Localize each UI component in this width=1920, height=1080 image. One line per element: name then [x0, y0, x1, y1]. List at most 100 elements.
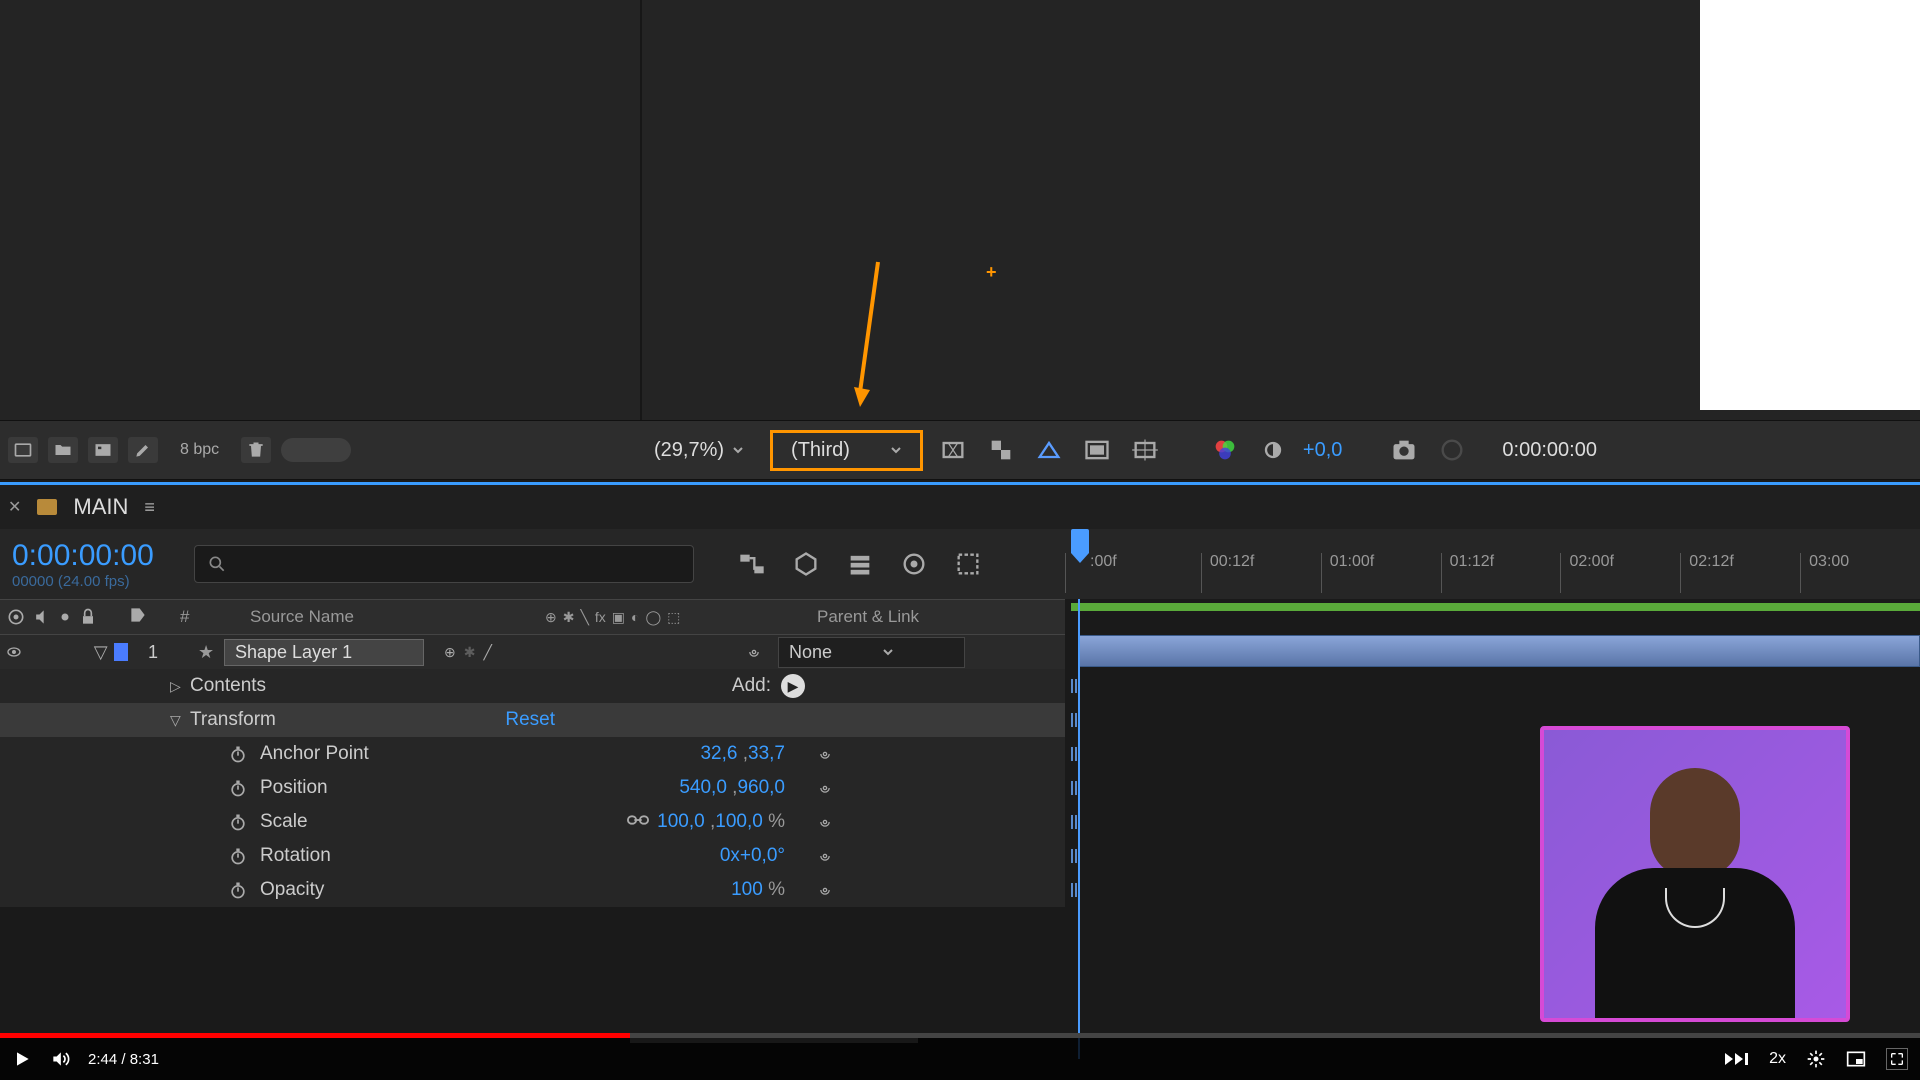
- brush-icon[interactable]: [128, 437, 158, 463]
- label-col-icon[interactable]: [128, 605, 148, 625]
- expression-pickwhip-icon[interactable]: [815, 846, 835, 866]
- scale-row: Scale 100,0 ,100,0 %: [0, 805, 1065, 839]
- resolution-dropdown[interactable]: (Third): [770, 430, 923, 471]
- folder-icon[interactable]: [48, 437, 78, 463]
- scale-value[interactable]: 100,0 ,100,0 %: [627, 811, 785, 833]
- twirl-icon[interactable]: ▽: [170, 712, 190, 729]
- transform-group[interactable]: ▽ Transform Reset: [0, 703, 1065, 737]
- timeline-panel-header: ✕ MAIN ≡: [0, 485, 1920, 529]
- layer-row[interactable]: ▽ 1 ★ Shape Layer 1 ⊕ ✱ ╱ None: [0, 635, 1065, 669]
- ruler-tick: :00f: [1065, 553, 1201, 593]
- shy-layers-icon[interactable]: [842, 549, 878, 579]
- fullscreen-icon[interactable]: [1886, 1048, 1908, 1070]
- play-button[interactable]: [12, 1049, 32, 1069]
- add-label: Add:: [732, 675, 771, 697]
- stopwatch-icon[interactable]: [228, 846, 248, 866]
- composition-icon[interactable]: [88, 437, 118, 463]
- twirl-icon[interactable]: ▷: [170, 678, 190, 695]
- frame-info: 00000 (24.00 fps): [12, 573, 154, 590]
- lock-col-icon[interactable]: [78, 607, 98, 627]
- close-panel-icon[interactable]: ✕: [8, 497, 21, 517]
- shy-switch[interactable]: ⊕: [444, 644, 456, 661]
- comp-folder-icon: [37, 499, 57, 515]
- magnification-dropdown[interactable]: (29,7%): [640, 433, 758, 468]
- expression-pickwhip-icon[interactable]: [815, 744, 835, 764]
- comp-mini-flowchart-icon[interactable]: [734, 549, 770, 579]
- position-value[interactable]: 540,0 ,960,0: [679, 777, 785, 799]
- motion-blur-icon[interactable]: [950, 549, 986, 579]
- anchor-point-value[interactable]: 32,6 ,33,7: [700, 743, 785, 765]
- layer-name-field[interactable]: Shape Layer 1: [224, 639, 424, 666]
- trash-icon[interactable]: [241, 437, 271, 463]
- volume-icon[interactable]: [50, 1049, 70, 1069]
- bit-depth-label[interactable]: 8 bpc: [180, 441, 219, 459]
- playback-speed[interactable]: 2x: [1769, 1050, 1786, 1068]
- pip-icon[interactable]: [1846, 1049, 1866, 1069]
- audio-col-icon[interactable]: [32, 607, 52, 627]
- mask-visibility-icon[interactable]: [1031, 435, 1067, 465]
- collapse-switch[interactable]: ✱: [464, 644, 476, 661]
- opacity-value[interactable]: 100 %: [731, 879, 785, 901]
- cached-frames-bar: [1071, 603, 1920, 611]
- expression-pickwhip-icon[interactable]: [815, 880, 835, 900]
- settings-icon[interactable]: [1806, 1049, 1826, 1069]
- index-column: #: [168, 607, 238, 627]
- layer-search-input[interactable]: [194, 545, 694, 583]
- stopwatch-icon[interactable]: [228, 778, 248, 798]
- safe-zones-icon[interactable]: [1079, 435, 1115, 465]
- contents-group[interactable]: ▷ Contents Add: ▶: [0, 669, 1065, 703]
- grid-icon[interactable]: [1127, 435, 1163, 465]
- stopwatch-icon[interactable]: [228, 812, 248, 832]
- panel-divider: [640, 0, 642, 420]
- anchor-point-marker: +: [986, 262, 997, 283]
- ruler-tick: 00:12f: [1201, 553, 1321, 593]
- exposure-reset-icon[interactable]: [1255, 435, 1291, 465]
- source-name-column[interactable]: Source Name: [238, 607, 545, 627]
- video-col-icon[interactable]: [6, 607, 26, 627]
- composition-name[interactable]: MAIN: [73, 494, 128, 520]
- preview-timecode[interactable]: 0:00:00:00: [1502, 439, 1597, 462]
- draft-3d-icon[interactable]: [788, 549, 824, 579]
- transparency-grid-icon[interactable]: [983, 435, 1019, 465]
- annotation-arrow: [854, 262, 884, 417]
- fast-preview-icon[interactable]: [935, 435, 971, 465]
- time-ruler[interactable]: :00f 00:12f 01:00f 01:12f 02:00f 02:12f …: [1065, 529, 1920, 599]
- next-chapter-icon[interactable]: [1723, 1051, 1749, 1067]
- resolution-value: (Third): [791, 439, 850, 462]
- layer-duration-bar[interactable]: [1079, 635, 1920, 667]
- add-shape-button[interactable]: ▶: [781, 674, 805, 698]
- layer-color-label[interactable]: [114, 643, 128, 661]
- parent-dropdown[interactable]: None: [778, 637, 965, 668]
- stopwatch-icon[interactable]: [228, 744, 248, 764]
- expression-pickwhip-icon[interactable]: [815, 812, 835, 832]
- color-management-icon[interactable]: [1207, 435, 1243, 465]
- pickwhip-icon[interactable]: [744, 642, 764, 662]
- ruler-tick: 03:00: [1800, 553, 1920, 593]
- exposure-value[interactable]: +0,0: [1303, 439, 1342, 462]
- zoom-value: (29,7%): [654, 439, 724, 462]
- playhead-line[interactable]: [1078, 599, 1080, 1059]
- project-panel-icon[interactable]: [8, 437, 38, 463]
- visibility-toggle-icon[interactable]: [6, 642, 22, 662]
- frame-blend-icon[interactable]: [896, 549, 932, 579]
- current-time-display[interactable]: 0:00:00:00: [12, 539, 154, 573]
- shape-layer-icon: ★: [198, 642, 216, 663]
- rotation-value[interactable]: 0x+0,0°: [720, 845, 785, 867]
- show-snapshot-icon[interactable]: [1434, 435, 1470, 465]
- composition-viewport[interactable]: +: [0, 0, 1920, 420]
- solo-col-icon[interactable]: [58, 610, 72, 624]
- layer-twirl-icon[interactable]: ▽: [94, 642, 108, 663]
- layer-column-header: # Source Name ⊕✱╲fx▣◐◯⬚ Parent & Link: [0, 599, 1065, 635]
- snapshot-icon[interactable]: [1386, 435, 1422, 465]
- presenter-figure: [1650, 768, 1740, 878]
- layer-index: 1: [128, 642, 198, 663]
- panel-menu-icon[interactable]: ≡: [144, 497, 155, 518]
- timeline-header: 0:00:00:00 00000 (24.00 fps) :00f 00:12f…: [0, 529, 1920, 599]
- constrain-proportions-icon[interactable]: [627, 813, 649, 827]
- reset-button[interactable]: Reset: [505, 709, 555, 731]
- render-progress: [281, 438, 351, 462]
- parent-link-column[interactable]: Parent & Link: [805, 607, 1065, 627]
- quality-switch[interactable]: ╱: [483, 644, 491, 661]
- stopwatch-icon[interactable]: [228, 880, 248, 900]
- expression-pickwhip-icon[interactable]: [815, 778, 835, 798]
